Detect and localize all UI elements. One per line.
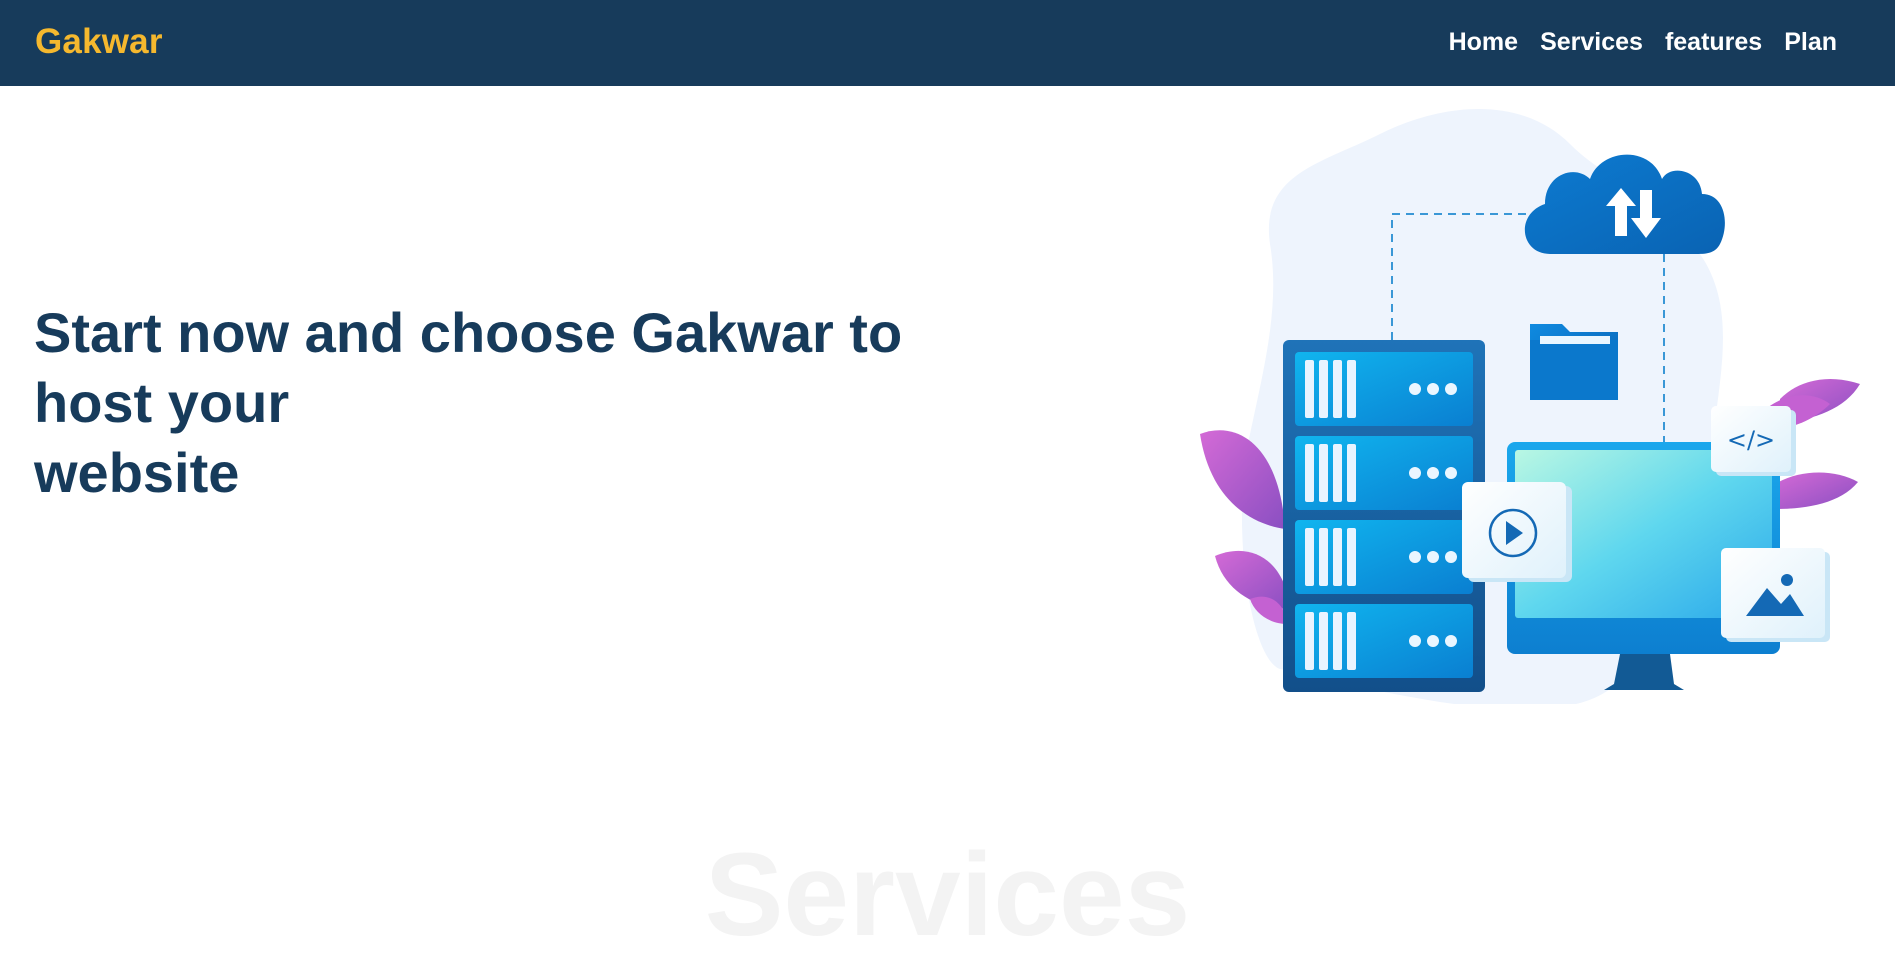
server-unit-1	[1295, 352, 1473, 426]
code-icon: </>	[1727, 426, 1775, 454]
nav-link-home[interactable]: Home	[1449, 24, 1518, 60]
server-unit-4	[1295, 604, 1473, 678]
hero-title-line-1: Start now and choose Gakwar to	[34, 301, 903, 364]
nav-item-plan: Plan	[1762, 24, 1837, 60]
nav-link-features[interactable]: features	[1665, 24, 1762, 60]
nav-item-home: Home	[1427, 24, 1518, 60]
code-card: </>	[1711, 406, 1796, 476]
nav-item-services: Services	[1518, 24, 1643, 60]
hero-title: Start now and choose Gakwar to host your…	[34, 298, 934, 508]
play-card	[1462, 482, 1572, 582]
server-unit-3	[1295, 520, 1473, 594]
server-rack	[1283, 340, 1485, 692]
brand-logo[interactable]: Gakwar	[35, 20, 163, 64]
folder-icon	[1530, 324, 1618, 400]
navbar: Gakwar Home Services features Plan	[0, 0, 1895, 86]
hosting-illustration: </>	[1200, 109, 1860, 704]
hero-title-line-3: website	[34, 441, 240, 504]
nav-link-plan[interactable]: Plan	[1784, 24, 1837, 60]
services-section-heading: Services	[704, 829, 1191, 961]
image-card	[1721, 548, 1830, 642]
hero-title-line-2: host your	[34, 371, 290, 434]
nav-item-features: features	[1643, 24, 1762, 60]
nav-links: Home Services features Plan	[1427, 24, 1837, 60]
nav-link-services[interactable]: Services	[1540, 24, 1643, 60]
server-unit-2	[1295, 436, 1473, 510]
